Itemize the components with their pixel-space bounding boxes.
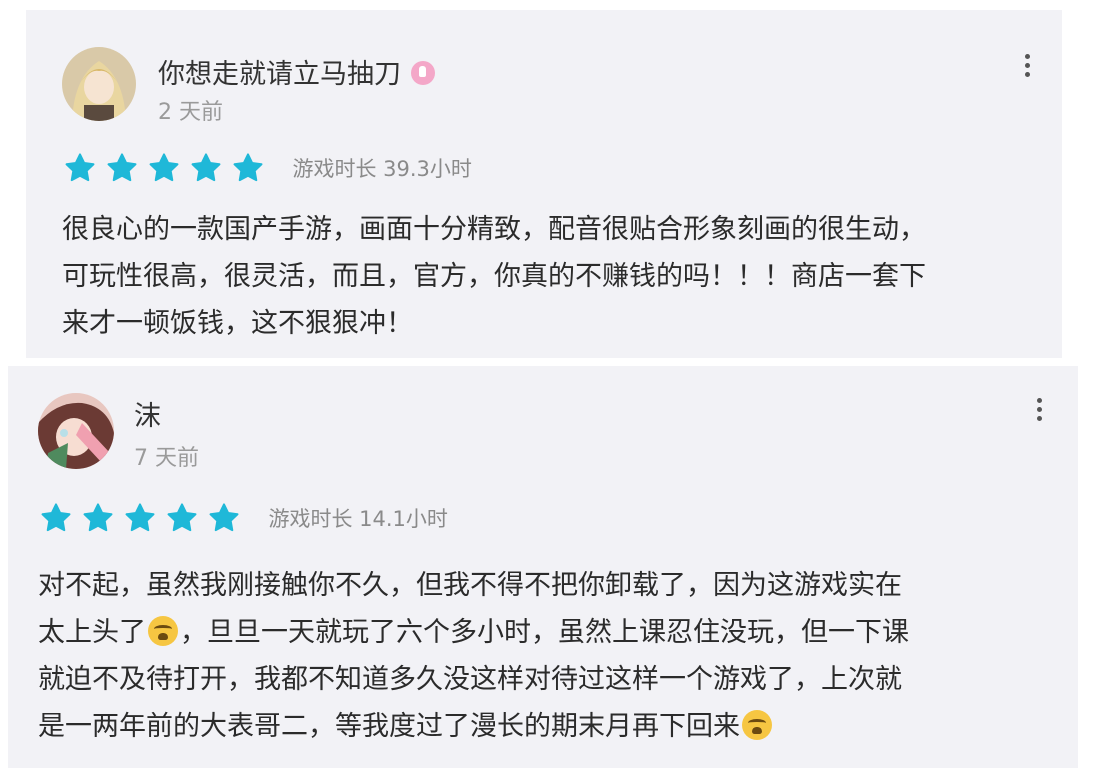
review-text: 很良心的一款国产手游，画面十分精致，配音很贴合形象刻画的很生动， 可玩性很高，很… [62,214,926,339]
crying-face-emoji-icon [742,709,772,740]
review-card: 你想走就请立马抽刀 2 天前 游戏时长 39.3小时 很良心的一款国产手游，画面… [26,10,1062,358]
user-avatar[interactable] [38,393,114,469]
star-icon [208,502,240,534]
star-icon [106,152,138,184]
star-icon [64,152,96,184]
review-time: 7 天前 [134,446,199,471]
user-avatar[interactable] [62,47,136,121]
star-icon [40,502,72,534]
verified-badge-icon [411,60,435,85]
username[interactable]: 沫 [134,394,161,433]
rating-row: 游戏时长 39.3小时 [64,152,472,186]
playtime-label: 游戏时长 39.3小时 [292,157,472,181]
star-icon [166,502,198,534]
star-icon [124,502,156,534]
review-time: 2 天前 [158,100,223,125]
star-icon [148,152,180,184]
star-icon [190,152,222,184]
star-rating [64,152,269,184]
more-options-button[interactable] [1020,54,1034,88]
star-icon [82,502,114,534]
star-icon [232,152,264,184]
star-rating [40,502,245,534]
crying-face-emoji-icon [148,615,178,646]
rating-row: 游戏时长 14.1小时 [40,502,448,536]
more-options-button[interactable] [1032,398,1046,432]
review-text: 对不起，虽然我刚接触你不久，但我不得不把你卸载了，因为这游戏实在 太上头了 ，旦旦… [38,570,909,742]
username[interactable]: 你想走就请立马抽刀 [158,52,435,91]
review-card: 沫 7 天前 游戏时长 14.1小时 对不起，虽然我刚接触你不久，但我不得不把你… [8,366,1078,768]
playtime-label: 游戏时长 14.1小时 [268,507,448,531]
